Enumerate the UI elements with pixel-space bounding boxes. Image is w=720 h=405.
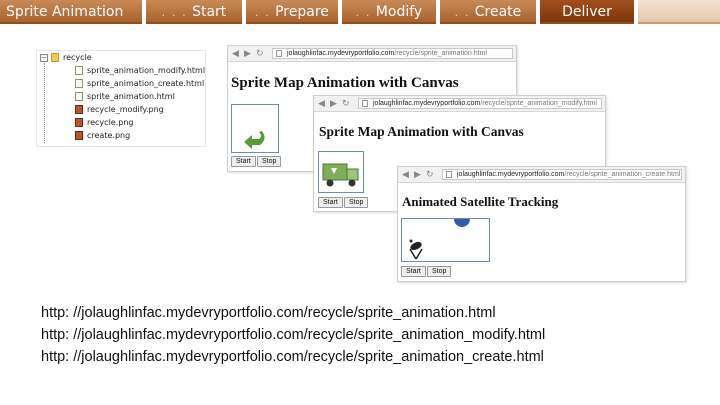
url-list: http: //jolaughlinfac.mydevryportfolio.c… (41, 302, 545, 368)
tree-item-label: sprite_animation.html (87, 92, 175, 101)
html-file-icon (75, 66, 83, 75)
url-path: /recycle/sprite_animation_modify.html (480, 100, 597, 107)
tree-item-label: recycle (63, 53, 92, 62)
page-title: Animated Satellite Tracking (402, 194, 559, 209)
tab-dots: . . (454, 8, 471, 19)
stop-button[interactable]: Stop (344, 197, 369, 208)
tab-label: Modify (375, 4, 423, 20)
back-icon[interactable]: ◀ (318, 98, 325, 109)
start-button[interactable]: Start (318, 197, 343, 208)
tree-item-file[interactable]: sprite_animation_modify.html (75, 65, 205, 77)
png-file-icon (75, 105, 83, 114)
page-icon (276, 50, 282, 57)
page-title: Sprite Map Animation with Canvas (319, 124, 524, 139)
tab-label: Start (192, 4, 227, 20)
url-path: /recycle/sprite_animation_create.html (564, 171, 681, 178)
satellite-canvas (401, 218, 490, 262)
tree-item-file[interactable]: sprite_animation.html (75, 91, 175, 103)
address-bar: ◀ ▶ ↻ jolaughlinfac.mydevryportfolio.com… (228, 46, 516, 62)
png-file-icon (75, 118, 83, 127)
tree-item-file[interactable]: recycle.png (75, 117, 133, 129)
tab-label: Deliver (562, 4, 612, 20)
tree-line (44, 63, 45, 143)
start-button[interactable]: Start (401, 266, 426, 277)
url-link-sprite-animation-create[interactable]: http: //jolaughlinfac.mydevryportfolio.c… (41, 346, 545, 368)
satellite-dish-icon (409, 239, 423, 260)
url-field[interactable]: jolaughlinfac.mydevryportfolio.com/recyc… (358, 98, 602, 109)
tree-item-file[interactable]: recycle_modify.png (75, 104, 164, 116)
reload-icon[interactable]: ↻ (342, 98, 350, 109)
html-file-icon (75, 92, 83, 101)
page-icon (362, 100, 368, 107)
reload-icon[interactable]: ↻ (256, 48, 264, 59)
page-title: Sprite Map Animation with Canvas (231, 75, 459, 91)
tab-label: Sprite Animation (6, 4, 124, 20)
tree-item-file[interactable]: sprite_animation_create.html (75, 78, 204, 90)
tree-item-label: recycle.png (87, 118, 134, 127)
back-icon[interactable]: ◀ (232, 48, 239, 59)
collapse-icon[interactable]: − (40, 54, 48, 62)
tab-start[interactable]: . . . Start (146, 0, 242, 24)
tree-item-label: sprite_animation_modify.html (87, 66, 206, 75)
url-link-sprite-animation-modify[interactable]: http: //jolaughlinfac.mydevryportfolio.c… (41, 324, 545, 346)
forward-icon[interactable]: ▶ (244, 48, 251, 59)
stop-button[interactable]: Stop (427, 266, 452, 277)
url-field[interactable]: jolaughlinfac.mydevryportfolio.com/recyc… (272, 48, 513, 59)
url-host: jolaughlinfac.mydevryportfolio.com (373, 100, 481, 107)
tab-label: Create (474, 4, 522, 20)
folder-icon (51, 53, 59, 62)
file-tree: − recycle sprite_animation_modify.html s… (36, 50, 206, 147)
recycle-arrow-icon (244, 131, 265, 149)
url-field[interactable]: jolaughlinfac.mydevryportfolio.com/recyc… (442, 169, 682, 180)
planet-icon (454, 219, 470, 227)
tab-dots: . . (355, 8, 372, 19)
tab-deliver[interactable]: Deliver (540, 0, 634, 24)
forward-icon[interactable]: ▶ (330, 98, 337, 109)
tree-item-label: sprite_animation_create.html (87, 79, 205, 88)
sprite-canvas (231, 104, 279, 153)
tab-dots: . . (255, 8, 271, 19)
url-path: /recycle/sprite_animation.html (394, 50, 487, 57)
sprite-canvas (318, 151, 364, 193)
tab-sprite-animation[interactable]: Sprite Animation (0, 0, 142, 24)
tab-label: Prepare (275, 4, 329, 20)
tree-item-folder[interactable]: recycle (51, 52, 92, 64)
forward-icon[interactable]: ▶ (414, 169, 421, 180)
tree-item-file[interactable]: create.png (75, 130, 130, 142)
tab-dots: . . . (161, 8, 188, 19)
page-icon (446, 171, 452, 178)
top-tab-bar: Sprite Animation . . . Start . . Prepare… (0, 0, 720, 26)
tab-bar-end (638, 0, 720, 24)
url-host: jolaughlinfac.mydevryportfolio.com (457, 171, 565, 178)
url-link-sprite-animation[interactable]: http: //jolaughlinfac.mydevryportfolio.c… (41, 302, 545, 324)
tree-item-label: recycle_modify.png (87, 105, 164, 114)
url-host: jolaughlinfac.mydevryportfolio.com (287, 50, 395, 57)
back-icon[interactable]: ◀ (402, 169, 409, 180)
html-file-icon (75, 79, 83, 88)
address-bar: ◀ ▶ ↻ jolaughlinfac.mydevryportfolio.com… (314, 96, 605, 112)
stop-button[interactable]: Stop (257, 156, 282, 167)
tab-modify[interactable]: . . Modify (342, 0, 436, 24)
recycle-truck-icon (322, 163, 359, 187)
start-button[interactable]: Start (231, 156, 256, 167)
tab-prepare[interactable]: . . Prepare (246, 0, 338, 24)
tree-item-label: create.png (87, 131, 131, 140)
address-bar: ◀ ▶ ↻ jolaughlinfac.mydevryportfolio.com… (398, 167, 685, 183)
browser-window-sprite-animation-create: ◀ ▶ ↻ jolaughlinfac.mydevryportfolio.com… (397, 166, 686, 282)
satellite-scene (409, 219, 470, 260)
tab-create[interactable]: . . Create (440, 0, 536, 24)
reload-icon[interactable]: ↻ (426, 169, 434, 180)
png-file-icon (75, 131, 83, 140)
